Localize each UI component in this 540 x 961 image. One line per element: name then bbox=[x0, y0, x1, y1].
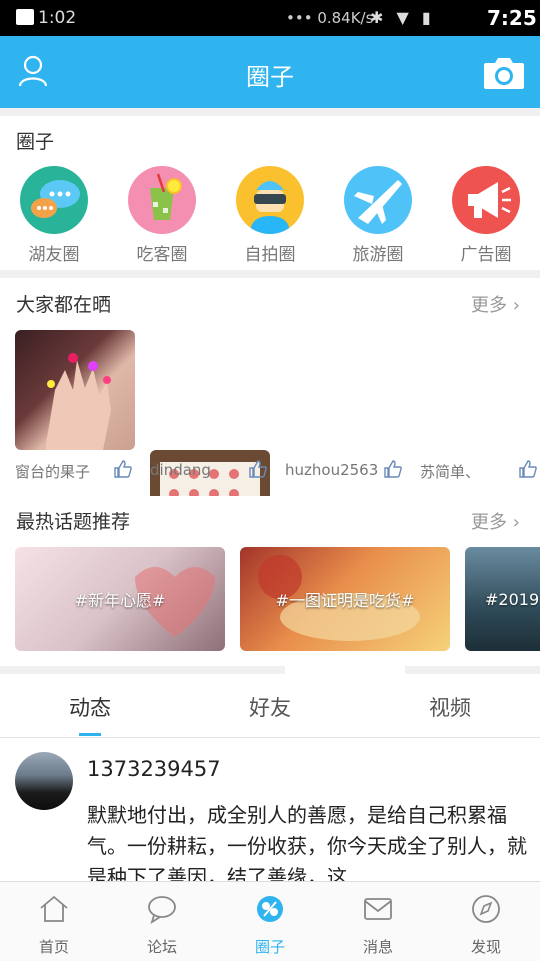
circle-item-zi-pai[interactable]: 自拍圈 bbox=[220, 166, 320, 265]
nav-label: 圈子 bbox=[254, 938, 285, 956]
bottom-nav: 首页 论坛 圈子 消息 发现 bbox=[0, 881, 540, 961]
thumbs-up-icon[interactable] bbox=[248, 459, 268, 479]
camera-icon[interactable] bbox=[482, 55, 526, 91]
post-username[interactable]: 1373239457 bbox=[87, 757, 221, 781]
tab-friends[interactable]: 好友 bbox=[180, 692, 360, 722]
shares-more-link[interactable]: 更多 › bbox=[471, 291, 520, 317]
thumbs-up-icon[interactable] bbox=[518, 459, 538, 479]
thumbs-up-icon[interactable] bbox=[113, 459, 133, 479]
topic-card[interactable]: #新年心愿# bbox=[15, 547, 225, 651]
forum-icon bbox=[148, 896, 176, 925]
nav-label: 消息 bbox=[362, 938, 393, 956]
circles-title: 圈子 bbox=[16, 131, 55, 153]
circle-item-guang-gao[interactable]: 广告圈 bbox=[436, 166, 536, 265]
post-text[interactable]: 默默地付出，成全别人的善愿，是给自己积累福气。一份耕耘，一份收获，你今天成全了别… bbox=[87, 800, 527, 893]
tab-videos[interactable]: 视频 bbox=[360, 692, 540, 722]
more-label: 更多 bbox=[471, 295, 507, 316]
circle-item-chi-ke[interactable]: 吃客圈 bbox=[112, 166, 212, 265]
circle-label: 自拍圈 bbox=[244, 245, 296, 265]
vr-person-icon bbox=[236, 166, 304, 234]
circle-label: 广告圈 bbox=[460, 245, 512, 265]
topics-title: 最热话题推荐 bbox=[16, 511, 131, 533]
mail-icon bbox=[364, 898, 392, 920]
topic-card[interactable]: #一图证明是吃货# bbox=[240, 547, 450, 651]
chevron-right-icon: › bbox=[507, 295, 520, 316]
airplane-icon bbox=[344, 166, 412, 234]
nav-label: 首页 bbox=[38, 938, 69, 956]
page-title: 圈子 bbox=[246, 63, 294, 91]
more-label: 更多 bbox=[471, 512, 507, 533]
nav-forum[interactable]: 论坛 bbox=[108, 894, 216, 957]
network-speed: ••• 0.84K/s bbox=[286, 9, 374, 27]
chat-bubbles-icon bbox=[20, 166, 88, 234]
home-icon bbox=[40, 895, 68, 922]
network-speed-value: 0.84K/s bbox=[317, 9, 374, 27]
shares-title: 大家都在晒 bbox=[16, 294, 112, 316]
nav-discover[interactable]: 发现 bbox=[432, 894, 540, 957]
status-time-left: 1:02 bbox=[38, 8, 77, 28]
share-username[interactable]: 苏简单、 bbox=[420, 461, 510, 482]
megaphone-icon bbox=[452, 166, 520, 234]
circle-item-lv-you[interactable]: 旅游圈 bbox=[328, 166, 428, 265]
status-bar bbox=[0, 0, 540, 36]
status-time: 7:25 bbox=[487, 6, 537, 30]
share-username[interactable]: 窗台的果子 bbox=[15, 461, 105, 482]
topics-more-link[interactable]: 更多 › bbox=[471, 508, 520, 534]
circle-label: 旅游圈 bbox=[352, 245, 404, 265]
tab-dynamic[interactable]: 动态 bbox=[0, 692, 180, 722]
circle-item-hu-you[interactable]: 湖友圈 bbox=[4, 166, 104, 265]
topic-label: #2019 bbox=[485, 589, 540, 609]
avatar[interactable] bbox=[15, 752, 73, 810]
nav-home[interactable]: 首页 bbox=[0, 894, 108, 957]
circle-label: 湖友圈 bbox=[28, 245, 80, 265]
compass-icon bbox=[472, 895, 500, 923]
circle-icon bbox=[257, 896, 283, 922]
topic-label: #新年心愿# bbox=[74, 591, 166, 610]
nav-label: 论坛 bbox=[146, 938, 177, 956]
share-username[interactable]: dindang bbox=[150, 461, 240, 479]
status-icons: ✱ ▼ ▮ bbox=[370, 8, 435, 27]
share-username[interactable]: huzhou2563 bbox=[285, 461, 380, 479]
topic-card[interactable]: #2019 bbox=[465, 547, 540, 651]
nav-circle[interactable]: 圈子 bbox=[216, 894, 324, 957]
thumbs-up-icon[interactable] bbox=[383, 459, 403, 479]
drink-icon bbox=[128, 166, 196, 234]
active-tab-indicator bbox=[79, 733, 101, 736]
nav-label: 发现 bbox=[470, 938, 501, 956]
circle-label: 吃客圈 bbox=[136, 245, 188, 265]
chevron-right-icon: › bbox=[507, 512, 520, 533]
share-photo[interactable] bbox=[15, 330, 135, 450]
topic-label: #一图证明是吃货# bbox=[275, 591, 415, 610]
image-notification-icon bbox=[16, 9, 34, 25]
nav-messages[interactable]: 消息 bbox=[324, 894, 432, 957]
